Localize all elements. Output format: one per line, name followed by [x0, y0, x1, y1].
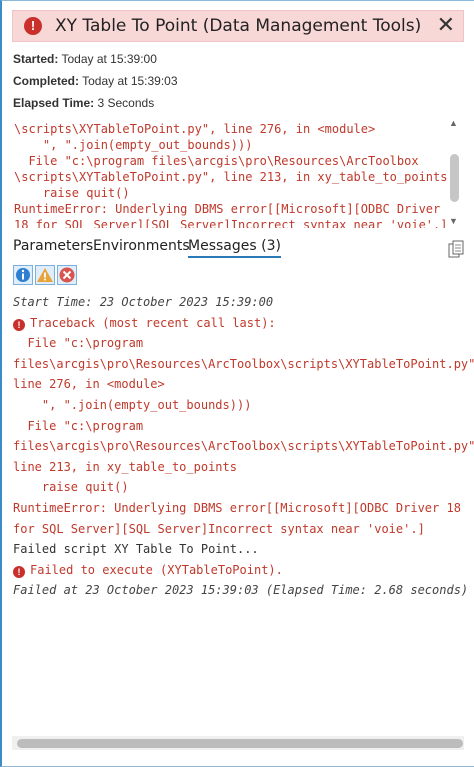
elapsed-value: 3 Seconds	[97, 96, 155, 110]
tab-bar: Parameters Environments Messages (3)	[13, 238, 453, 262]
traceback-line: raise quit()	[13, 480, 129, 495]
error-icon: !	[13, 318, 25, 331]
traceback-line: File "c:\program	[13, 336, 144, 351]
scroll-up-icon[interactable]: ▲	[449, 118, 458, 128]
info-filter-button[interactable]	[13, 265, 33, 285]
traceback-title: Traceback (most recent call last):	[30, 315, 276, 330]
error-filter-icon	[59, 267, 75, 283]
traceback-line: files\arcgis\pro\Resources\ArcToolbox\sc…	[13, 356, 474, 371]
log-line: RuntimeError: Underlying DBMS error[[Mic…	[14, 202, 441, 216]
warning-filter-button[interactable]	[35, 265, 55, 285]
log-preview[interactable]: \scripts\XYTableToPoint.py", line 276, i…	[12, 118, 464, 228]
failed-script-message: Failed script XY Table To Point...	[13, 542, 259, 557]
error-icon: !	[13, 565, 25, 578]
tab-environments[interactable]: Environments	[93, 238, 190, 254]
log-line: 18 for SQL Server][SQL Server]Incorrect …	[14, 218, 448, 228]
close-icon[interactable]: ✕	[437, 13, 455, 38]
log-line: \scripts\XYTableToPoint.py", line 276, i…	[14, 122, 376, 136]
completed-label: Completed:	[13, 74, 79, 88]
log-line: raise quit()	[14, 186, 130, 200]
traceback-message: ! Traceback (most recent call last):	[13, 313, 468, 334]
scrollbar-thumb[interactable]	[17, 739, 463, 748]
elapsed-label: Elapsed Time:	[13, 96, 95, 110]
messages-list[interactable]: Start Time: 23 October 2023 15:39:00 ! Tr…	[13, 292, 474, 601]
start-time-message: Start Time: 23 October 2023 15:39:00	[13, 295, 274, 309]
completed-value: Today at 15:39:03	[82, 74, 178, 88]
dialog-title: XY Table To Point (Data Management Tools…	[55, 16, 422, 36]
copy-icon[interactable]	[448, 240, 464, 258]
completed-row: Completed: Today at 15:39:03	[13, 74, 178, 88]
traceback-line: files\arcgis\pro\Resources\ArcToolbox\sc…	[13, 439, 474, 454]
error-filter-button[interactable]	[57, 265, 77, 285]
started-row: Started: Today at 15:39:00	[13, 52, 157, 66]
elapsed-row: Elapsed Time: 3 Seconds	[13, 96, 154, 110]
failed-execute-text: Failed to execute (XYTableToPoint).	[30, 562, 283, 577]
log-line: ", ".join(empty_out_bounds)))	[14, 138, 253, 152]
horizontal-scrollbar[interactable]	[12, 736, 464, 750]
error-status-icon: !	[24, 17, 42, 35]
traceback-line: RuntimeError: Underlying DBMS error[[Mic…	[13, 500, 461, 515]
log-line: File "c:\program files\arcgis\pro\Resour…	[14, 154, 419, 168]
tab-parameters[interactable]: Parameters	[13, 238, 93, 254]
log-vertical-scrollbar[interactable]: ▲ ▼	[448, 118, 462, 226]
info-filter-icon	[16, 268, 30, 282]
log-line: \scripts\XYTableToPoint.py", line 213, i…	[14, 170, 448, 184]
started-label: Started:	[13, 52, 59, 66]
warning-filter-icon	[37, 268, 53, 282]
traceback-line: File "c:\program	[13, 418, 144, 433]
dialog-header: ! XY Table To Point (Data Management Too…	[12, 10, 464, 42]
failed-at-message: Failed at 23 October 2023 15:39:03 (Elap…	[13, 583, 469, 598]
scrollbar-thumb[interactable]	[450, 154, 459, 202]
tab-messages[interactable]: Messages (3)	[188, 238, 281, 258]
traceback-line: line 213, in xy_table_to_points	[13, 459, 237, 474]
traceback-line: line 276, in <module>	[13, 377, 165, 392]
traceback-line: for SQL Server][SQL Server]Incorrect syn…	[13, 521, 425, 536]
started-value: Today at 15:39:00	[61, 52, 157, 66]
traceback-line: ", ".join(empty_out_bounds)))	[13, 397, 252, 412]
failed-execute-message: ! Failed to execute (XYTableToPoint).	[13, 560, 468, 581]
scroll-down-icon[interactable]: ▼	[449, 216, 458, 226]
